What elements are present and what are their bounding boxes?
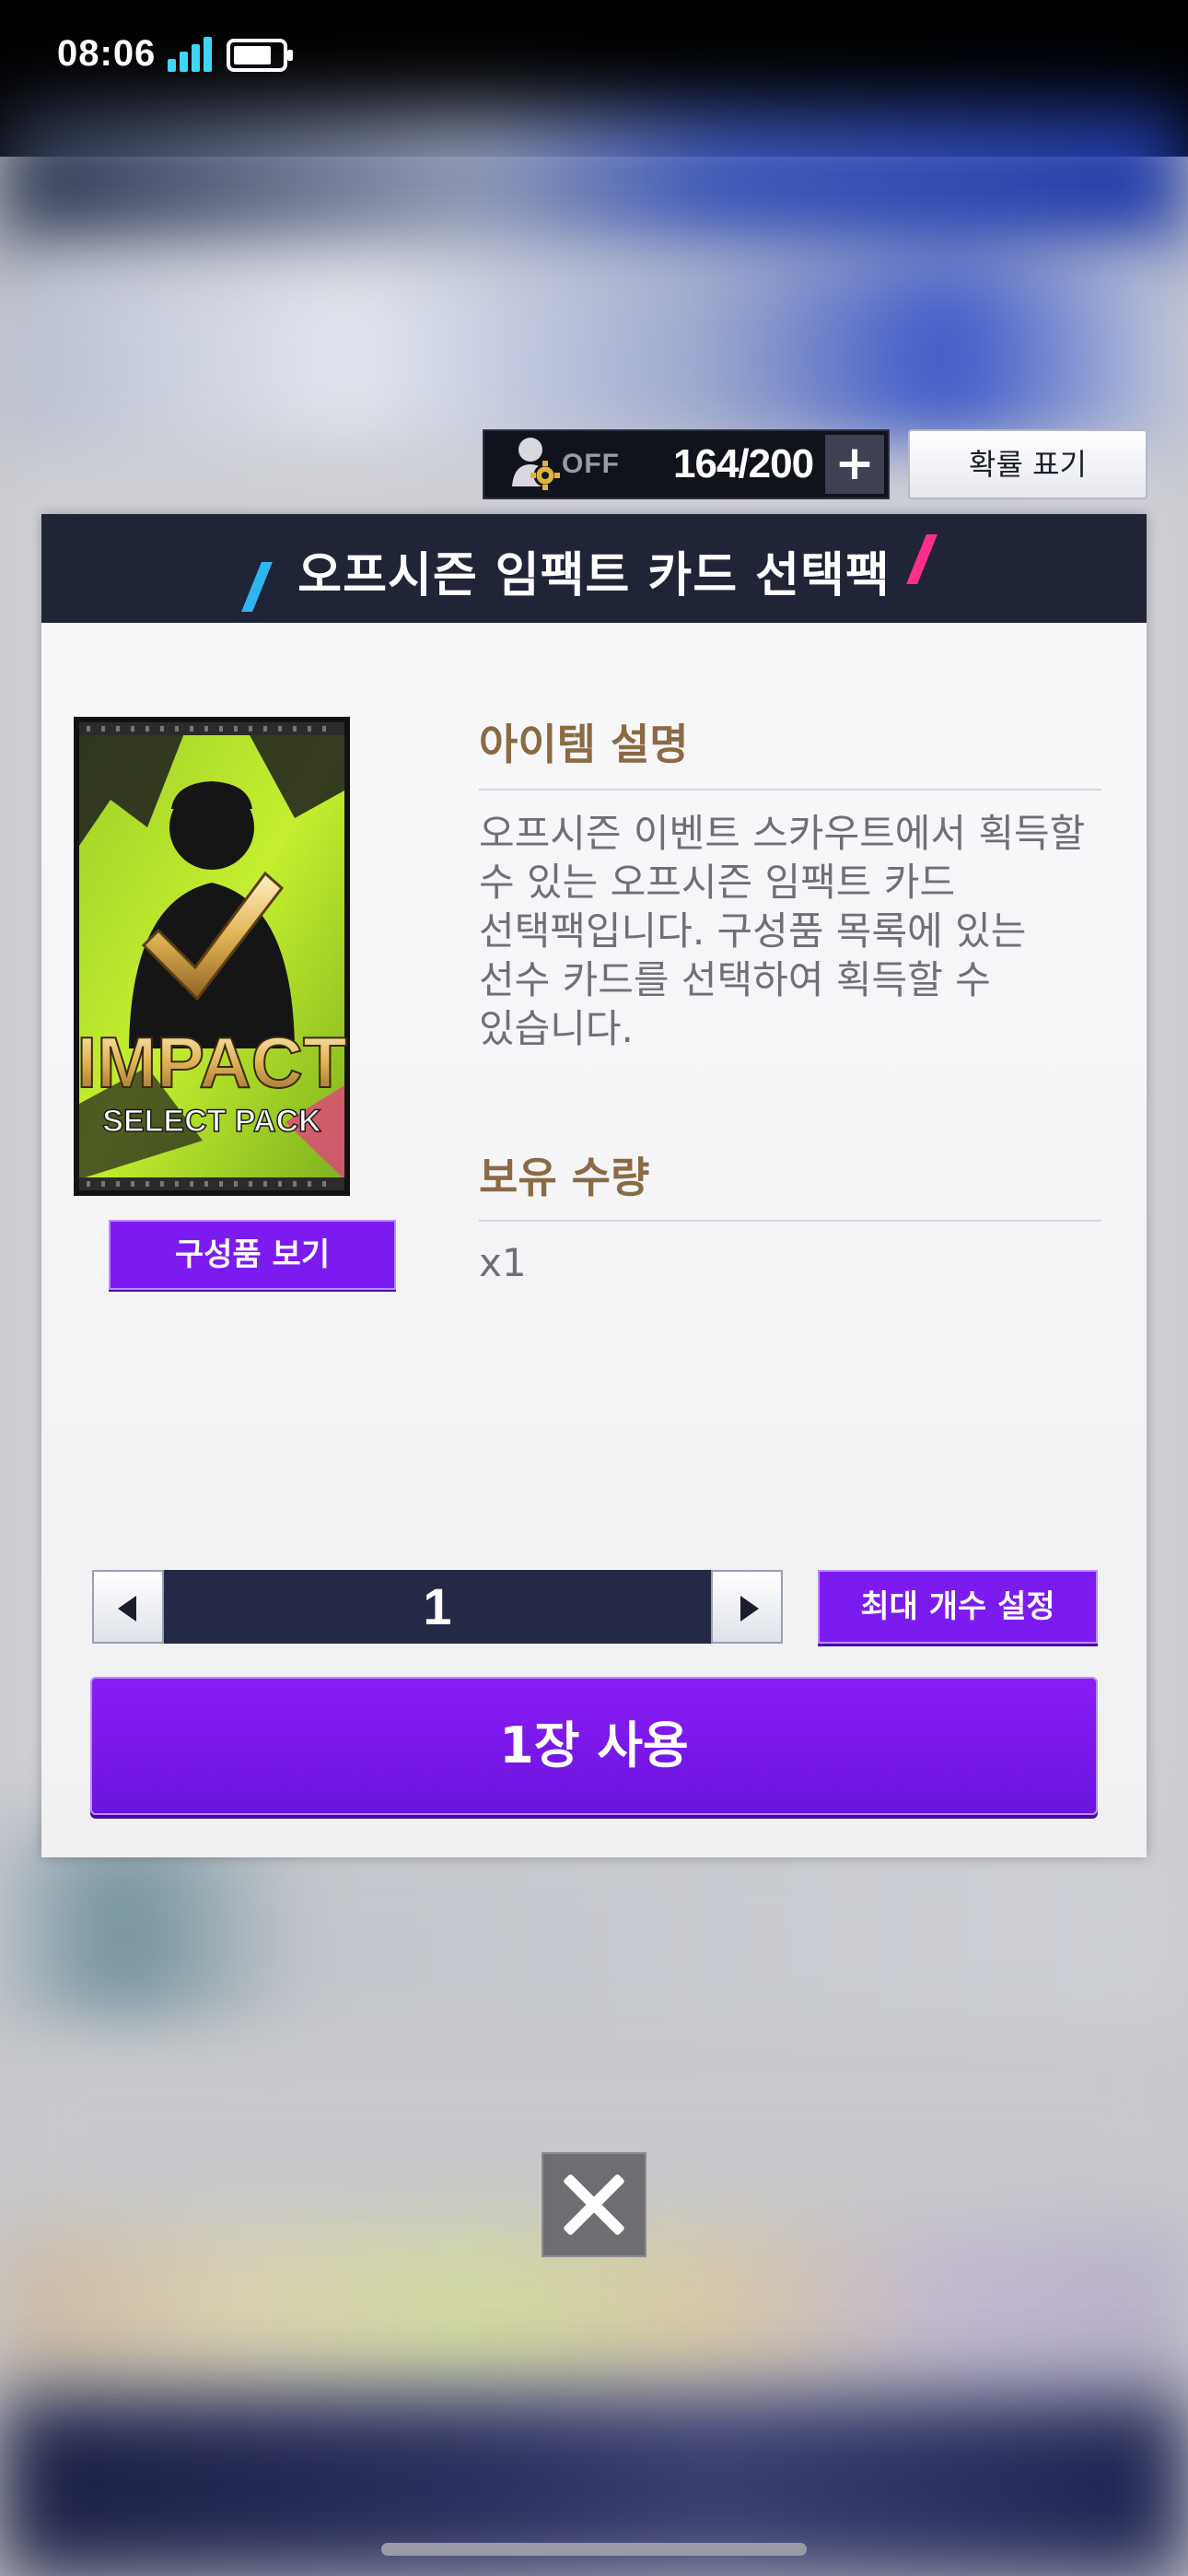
owned-quantity-value: x1 xyxy=(479,1240,527,1285)
modal-header: 오프시즌 임팩트 카드 선택팩 xyxy=(41,514,1147,623)
inventory-slots-widget: OFF 164/200 + xyxy=(483,429,890,499)
home-indicator[interactable] xyxy=(381,2543,807,2556)
close-modal-button[interactable] xyxy=(542,2152,646,2257)
item-description-text: 오프시즌 이벤트 스카우트에서 획득할 수 있는 오프시즌 임팩트 카드 선택팩… xyxy=(479,811,1086,1051)
impact-select-pack-image: IMPACT SELECT PACK xyxy=(74,717,350,1196)
description-divider xyxy=(479,789,1101,790)
owned-divider xyxy=(479,1220,1101,1222)
status-time: 08:06 xyxy=(57,33,157,74)
expand-slots-button[interactable]: + xyxy=(825,435,884,494)
item-description-heading: 아이템 설명 xyxy=(479,720,689,769)
arrow-right-icon xyxy=(740,1596,759,1622)
status-bar: 08:06 xyxy=(0,0,1188,111)
set-max-quantity-button[interactable]: 최대 개수 설정 xyxy=(818,1570,1098,1644)
pack-subtitle-text: SELECT PACK xyxy=(102,1104,321,1139)
decrease-quantity-button[interactable] xyxy=(92,1570,164,1644)
increase-quantity-button[interactable] xyxy=(711,1570,783,1644)
auto-sell-toggle[interactable] xyxy=(499,429,573,499)
cellular-signal-icon xyxy=(168,37,212,72)
player-gear-icon xyxy=(512,438,560,490)
view-contents-button[interactable]: 구성품 보기 xyxy=(109,1220,396,1290)
quantity-stepper: 1 xyxy=(92,1570,783,1644)
modal-title: 오프시즌 임팩트 카드 선택팩 xyxy=(297,548,891,603)
arrow-left-icon xyxy=(118,1596,136,1622)
owned-quantity-heading: 보유 수량 xyxy=(479,1153,650,1202)
use-item-button[interactable]: 1장 사용 xyxy=(90,1677,1098,1815)
inventory-slot-count: 164/200 xyxy=(673,441,814,486)
quantity-value: 1 xyxy=(164,1570,711,1644)
pack-title-text: IMPACT xyxy=(76,1022,346,1103)
battery-icon xyxy=(227,39,293,72)
probability-display-button[interactable]: 확률 표기 xyxy=(908,429,1147,499)
